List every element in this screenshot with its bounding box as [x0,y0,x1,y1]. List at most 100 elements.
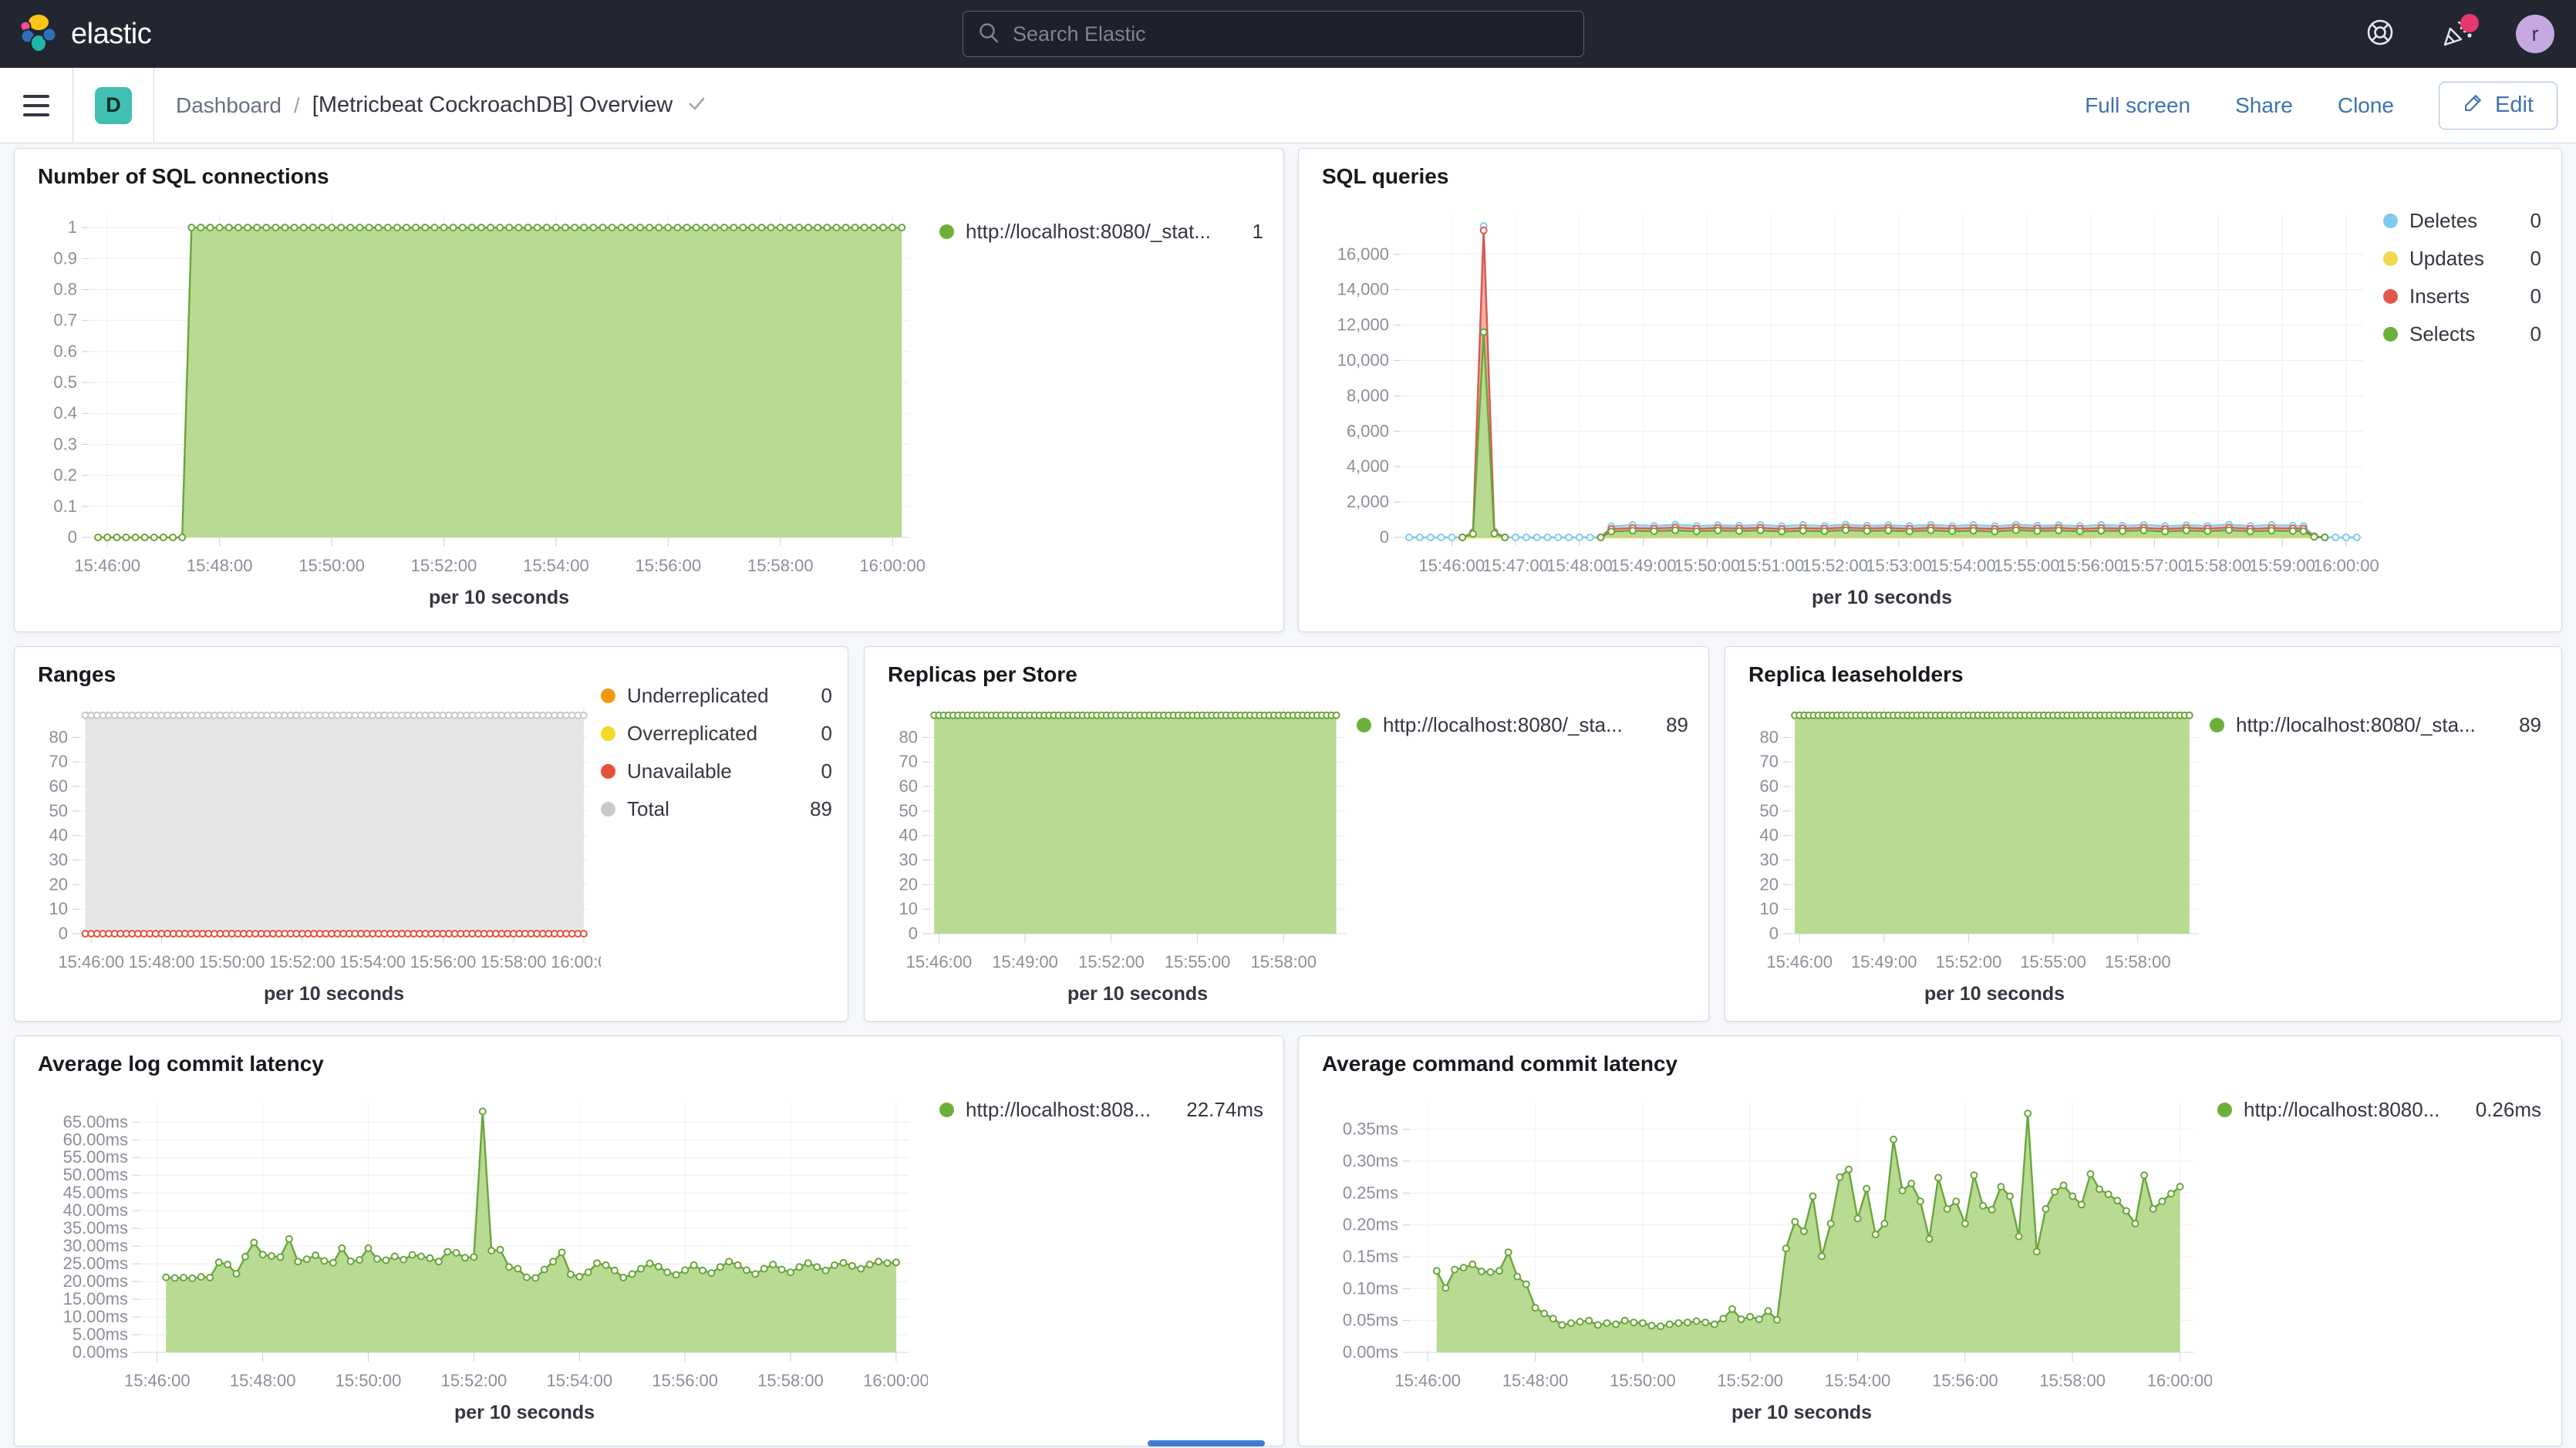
data-point [1864,528,1870,534]
data-point [1711,1322,1718,1328]
data-point [347,224,353,231]
data-point [1649,1322,1655,1328]
data-point [1417,534,1423,540]
data-point [2183,527,2190,534]
data-point [1608,528,1614,534]
data-point [1863,1186,1870,1192]
data-point [1765,1308,1772,1314]
data-point [1684,1319,1691,1325]
data-point [524,1275,530,1281]
user-avatar[interactable]: r [2516,15,2554,53]
edit-button[interactable]: Edit [2439,82,2557,130]
y-tick-label: 60 [1760,776,1779,796]
legend-item[interactable]: Deletes0 [2383,209,2541,233]
data-point [2343,534,2349,540]
title-check-icon[interactable] [685,92,708,119]
data-point [251,1240,257,1246]
data-point [703,224,709,231]
y-tick-label: 25.00ms [63,1254,128,1273]
data-point [2035,528,2041,534]
data-point [1438,534,1445,540]
legend-item[interactable]: Total89 [601,797,832,821]
log-commit-latency-chart[interactable]: 15:46:0015:48:0015:50:0015:52:0015:54:00… [25,1083,928,1439]
legend-item[interactable]: Updates0 [2383,247,2541,271]
y-tick-label: 4,000 [1347,456,1389,476]
data-point [488,1248,494,1254]
legend-item[interactable]: http://localhost:808...22.74ms [939,1098,1263,1122]
data-point [553,224,559,231]
y-tick-label: 40 [1760,826,1779,845]
chart-legend: http://localhost:808...22.74ms [939,1098,1263,1136]
data-point [506,224,512,231]
data-point [1505,1249,1512,1255]
horizontal-scrollbar-thumb[interactable] [1148,1440,1265,1446]
elastic-logo[interactable]: elastic [0,12,151,56]
data-point [224,1261,231,1268]
replicas-per-store-chart[interactable]: 15:46:0015:49:0015:52:0015:55:0015:58:00… [872,690,1358,1014]
data-point [875,1258,882,1264]
global-search[interactable] [963,11,1584,57]
legend-item[interactable]: http://localhost:8080/_stat...1 [939,220,1263,244]
search-input[interactable] [1013,22,1537,46]
x-tick-label: 16:00:00 [863,1371,928,1390]
data-point [768,224,774,231]
menu-button[interactable] [0,68,72,143]
data-point [1989,1207,1995,1213]
panel-average-command-commit-latency: Average command commit latency 15:46:001… [1298,1035,2562,1446]
data-point [2354,534,2360,540]
data-point [1651,528,1657,534]
legend-item[interactable]: http://localhost:8080...0.26ms [2217,1098,2541,1122]
legend-item[interactable]: Underreplicated0 [601,684,832,708]
data-point [1523,1281,1529,1288]
data-point [1496,1268,1502,1274]
y-tick-label: 5.00ms [72,1325,128,1344]
data-point [1481,329,1487,335]
legend-label: http://localhost:808... [966,1098,1175,1122]
clone-button[interactable]: Clone [2338,93,2394,118]
data-point [572,224,578,231]
legend-item[interactable]: Inserts0 [2383,285,2541,308]
data-point [712,224,718,231]
breadcrumb-dashboard-link[interactable]: Dashboard [176,93,282,118]
data-point [1461,1264,1467,1271]
data-point [721,224,727,231]
command-commit-latency-chart[interactable]: 15:46:0015:48:0015:50:0015:52:0015:54:00… [1310,1083,2212,1439]
data-point [450,224,457,231]
data-point [673,1271,679,1278]
panel-title: Average log commit latency [38,1052,324,1076]
news-button[interactable] [2439,15,2476,52]
y-tick-label: 10,000 [1337,351,1389,370]
data-point [620,1275,626,1281]
data-point [1991,528,1998,534]
data-point [735,1262,741,1268]
legend-item[interactable]: Overreplicated0 [601,722,832,746]
legend-item[interactable]: Selects0 [2383,322,2541,346]
x-tick-label: 15:53:00 [1866,556,1932,575]
legend-item[interactable]: http://localhost:8080/_sta...89 [2210,713,2541,737]
data-point [805,224,811,231]
x-tick-label: 15:49:00 [992,952,1058,972]
x-tick-label: 15:58:00 [480,952,547,972]
space-selector[interactable]: D [95,87,132,124]
data-point [1949,528,1955,534]
data-point [849,1263,855,1269]
ranges-chart[interactable]: 15:46:0015:48:0015:50:0015:52:0015:54:00… [22,690,601,1014]
panel-average-log-commit-latency: Average log commit latency 15:46:0015:48… [14,1035,1284,1446]
sql-queries-chart[interactable]: 15:46:0015:47:0015:48:0015:49:0015:50:00… [1310,195,2382,624]
data-point [356,224,362,231]
data-point [1442,1285,1448,1291]
replica-leaseholders-chart[interactable]: 15:46:0015:49:0015:52:0015:55:0015:58:00… [1733,690,2211,1014]
help-button[interactable] [2362,15,2399,52]
legend-item[interactable]: http://localhost:8080/_sta...89 [1357,713,1688,737]
data-point [394,224,400,231]
panel-sql-queries: SQL queries 15:46:0015:47:0015:48:0015:4… [1298,148,2562,632]
sql-connections-chart[interactable]: 15:46:0015:48:0015:50:0015:52:0015:54:00… [25,195,928,624]
data-point [403,224,410,231]
y-tick-label: 20 [1760,874,1779,894]
data-point [796,224,802,231]
legend-item[interactable]: Unavailable0 [601,759,832,783]
data-point [814,224,821,231]
x-tick-label: 15:55:00 [1165,952,1231,972]
share-button[interactable]: Share [2235,93,2293,118]
full-screen-button[interactable]: Full screen [2085,93,2190,118]
